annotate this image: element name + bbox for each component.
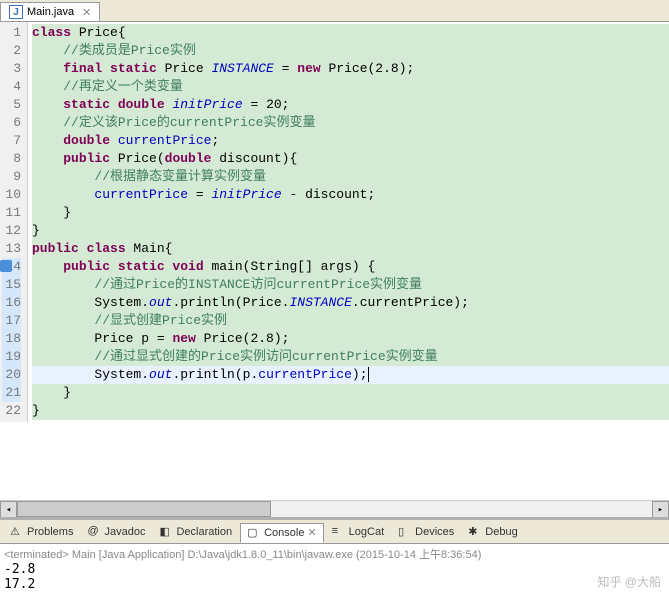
code-line[interactable]: public class Main{ <box>32 240 669 258</box>
text-cursor <box>368 367 369 382</box>
debug-icon: ✱ <box>468 525 482 539</box>
tab-label: Problems <box>27 526 73 538</box>
tab-problems[interactable]: ⚠Problems <box>4 523 79 541</box>
tab-label: Debug <box>485 526 517 538</box>
code-line[interactable]: //通过Price的INSTANCE访问currentPrice实例变量 <box>32 276 669 294</box>
line-number: 20 <box>2 366 21 384</box>
tab-label: LogCat <box>349 526 384 538</box>
horizontal-scrollbar[interactable]: ◂ ▸ <box>0 500 669 517</box>
console-header: <terminated> Main [Java Application] D:\… <box>4 546 665 562</box>
editor-tab-bar: J Main.java ✕ <box>0 0 669 22</box>
code-line[interactable]: //定义该Price的currentPrice实例变量 <box>32 114 669 132</box>
line-number: 19 <box>2 348 21 366</box>
javadoc-icon: @ <box>87 525 101 539</box>
tab-debug[interactable]: ✱Debug <box>462 523 523 541</box>
console-icon: ▢ <box>247 526 261 540</box>
bottom-panel: ⚠Problems@Javadoc◧Declaration▢Console ✕≡… <box>0 517 669 594</box>
line-number: 16 <box>2 294 21 312</box>
code-line[interactable]: System.out.println(p.currentPrice); <box>32 366 669 384</box>
code-line[interactable]: final static Price INSTANCE = new Price(… <box>32 60 669 78</box>
breakpoint-marker[interactable] <box>0 260 12 272</box>
code-editor[interactable]: 12345678910111213141516171819202122 clas… <box>0 22 669 500</box>
tab-logcat[interactable]: ≡LogCat <box>326 523 390 541</box>
code-line[interactable]: class Price{ <box>32 24 669 42</box>
java-file-icon: J <box>9 5 23 19</box>
close-icon[interactable]: ✕ <box>307 526 316 539</box>
console-output-line: -2.8 <box>4 562 665 577</box>
line-number-gutter: 12345678910111213141516171819202122 <box>0 22 28 422</box>
line-number: 18 <box>2 330 21 348</box>
code-line[interactable]: currentPrice = initPrice - discount; <box>32 186 669 204</box>
console-output-line: 17.2 <box>4 577 665 592</box>
code-line[interactable]: } <box>32 204 669 222</box>
line-number: 9 <box>2 168 21 186</box>
line-number: 3 <box>2 60 21 78</box>
tab-declaration[interactable]: ◧Declaration <box>153 523 238 541</box>
code-line[interactable]: public Price(double discount){ <box>32 150 669 168</box>
console-view: <terminated> Main [Java Application] D:\… <box>0 544 669 594</box>
scroll-left-button[interactable]: ◂ <box>0 501 17 518</box>
bottom-tab-bar: ⚠Problems@Javadoc◧Declaration▢Console ✕≡… <box>0 520 669 544</box>
tab-label: Devices <box>415 526 454 538</box>
line-number: 15 <box>2 276 21 294</box>
code-line[interactable]: static double initPrice = 20; <box>32 96 669 114</box>
line-number: 8 <box>2 150 21 168</box>
declaration-icon: ◧ <box>159 525 173 539</box>
code-line[interactable]: } <box>32 402 669 420</box>
code-line[interactable]: System.out.println(Price.INSTANCE.curren… <box>32 294 669 312</box>
code-line[interactable]: //显式创建Price实例 <box>32 312 669 330</box>
line-number: 10 <box>2 186 21 204</box>
tab-console[interactable]: ▢Console ✕ <box>240 523 324 543</box>
line-number: 12 <box>2 222 21 240</box>
code-line[interactable]: Price p = new Price(2.8); <box>32 330 669 348</box>
code-line[interactable]: //再定义一个类变量 <box>32 78 669 96</box>
code-line[interactable]: public static void main(String[] args) { <box>32 258 669 276</box>
line-number: 5 <box>2 96 21 114</box>
tab-label: Declaration <box>176 526 232 538</box>
tab-label: Javadoc <box>104 526 145 538</box>
line-number: 4 <box>2 78 21 96</box>
scroll-thumb[interactable] <box>17 501 271 517</box>
devices-icon: ▯ <box>398 525 412 539</box>
code-line[interactable]: //根据静态变量计算实例变量 <box>32 168 669 186</box>
line-number: 17 <box>2 312 21 330</box>
file-tab-main-java[interactable]: J Main.java ✕ <box>0 2 100 21</box>
line-number: 11 <box>2 204 21 222</box>
code-line[interactable]: } <box>32 222 669 240</box>
line-number: 6 <box>2 114 21 132</box>
logcat-icon: ≡ <box>332 525 346 539</box>
tab-title: Main.java <box>27 6 74 18</box>
line-number: 7 <box>2 132 21 150</box>
line-number: 14 <box>2 258 21 276</box>
line-number: 22 <box>2 402 21 420</box>
code-line[interactable]: //类成员是Price实例 <box>32 42 669 60</box>
problems-icon: ⚠ <box>10 525 24 539</box>
tab-devices[interactable]: ▯Devices <box>392 523 460 541</box>
line-number: 13 <box>2 240 21 258</box>
line-number: 1 <box>2 24 21 42</box>
tab-javadoc[interactable]: @Javadoc <box>81 523 151 541</box>
scroll-right-button[interactable]: ▸ <box>652 501 669 518</box>
code-lines[interactable]: class Price{ //类成员是Price实例 final static … <box>28 22 669 422</box>
code-line[interactable]: } <box>32 384 669 402</box>
line-number: 21 <box>2 384 21 402</box>
line-number: 2 <box>2 42 21 60</box>
close-icon[interactable]: ✕ <box>82 6 91 19</box>
code-line[interactable]: double currentPrice; <box>32 132 669 150</box>
tab-label: Console <box>264 527 304 539</box>
watermark: 知乎 @大船 <box>597 573 661 590</box>
code-line[interactable]: //通过显式创建的Price实例访问currentPrice实例变量 <box>32 348 669 366</box>
